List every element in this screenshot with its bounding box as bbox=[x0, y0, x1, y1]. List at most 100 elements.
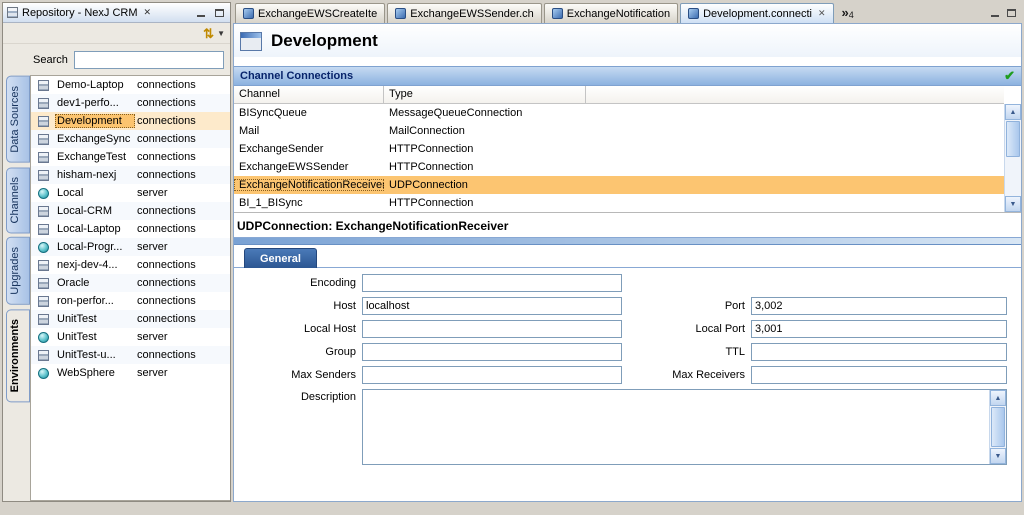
list-item[interactable]: Oracleconnections bbox=[31, 274, 230, 292]
port-input[interactable] bbox=[751, 297, 1007, 315]
channel-row[interactable]: MailMailConnection bbox=[234, 122, 1004, 140]
view-close-icon[interactable]: ✕ bbox=[142, 7, 154, 18]
channel-cell: ExchangeNotificationReceiver bbox=[234, 179, 384, 191]
item-type: connections bbox=[135, 151, 196, 163]
item-name: ExchangeSync bbox=[55, 132, 135, 146]
category-tab-strip: Data Sources Channels Upgrades Environments bbox=[3, 75, 30, 501]
list-item[interactable]: Local-Progr...server bbox=[31, 238, 230, 256]
view-minimize-button[interactable] bbox=[194, 7, 208, 19]
column-header-type[interactable]: Type bbox=[384, 86, 586, 103]
list-item[interactable]: Local-CRMconnections bbox=[31, 202, 230, 220]
server-icon bbox=[38, 242, 49, 253]
channel-row[interactable]: BI_1_BISyncHTTPConnection bbox=[234, 194, 1004, 212]
type-cell: HTTPConnection bbox=[384, 161, 586, 173]
channel-row[interactable]: BISyncQueueMessageQueueConnection bbox=[234, 104, 1004, 122]
channel-row[interactable]: ExchangeNotificationReceiverUDPConnectio… bbox=[234, 176, 1004, 194]
view-menu-icon[interactable]: ▼ bbox=[217, 29, 225, 38]
list-item[interactable]: Demo-Laptopconnections bbox=[31, 76, 230, 94]
list-item[interactable]: UnitTestconnections bbox=[31, 310, 230, 328]
tab-general[interactable]: General bbox=[244, 248, 317, 268]
list-item[interactable]: nexj-dev-4...connections bbox=[31, 256, 230, 274]
repository-list: Demo-Laptopconnectionsdev1-perfo...conne… bbox=[30, 75, 230, 501]
group-input[interactable] bbox=[362, 343, 622, 361]
item-name: Oracle bbox=[55, 276, 135, 290]
editor-content: Development Channel Connections ✔ Channe… bbox=[233, 23, 1022, 502]
ttl-input[interactable] bbox=[751, 343, 1007, 361]
form-row-group: Group TTL bbox=[234, 343, 1007, 361]
host-input[interactable] bbox=[362, 297, 622, 315]
repository-view-body: Data Sources Channels Upgrades Environments… bbox=[3, 75, 230, 501]
column-header-channel[interactable]: Channel bbox=[234, 86, 384, 103]
server-icon bbox=[38, 368, 49, 379]
tab-overflow-button[interactable]: » 4 bbox=[842, 5, 854, 20]
editor-tab[interactable]: ExchangeNotification bbox=[544, 3, 678, 23]
category-tab-data-sources[interactable]: Data Sources bbox=[6, 76, 30, 163]
scroll-down-button[interactable]: ▼ bbox=[1005, 196, 1021, 212]
editor-tab[interactable]: ExchangeEWSCreateIte bbox=[235, 3, 385, 23]
table-scrollbar[interactable]: ▲ ▼ bbox=[1004, 104, 1021, 212]
list-item[interactable]: UnitTest-u...connections bbox=[31, 346, 230, 364]
encoding-input[interactable] bbox=[362, 274, 622, 292]
description-scrollbar[interactable]: ▲ ▼ bbox=[989, 390, 1006, 464]
editor-minimize-button[interactable] bbox=[988, 7, 1002, 19]
scroll-up-button[interactable]: ▲ bbox=[1005, 104, 1021, 120]
channel-row[interactable]: ExchangeEWSSenderHTTPConnection bbox=[234, 158, 1004, 176]
file-icon bbox=[552, 8, 563, 19]
item-name: ExchangeTest bbox=[55, 150, 135, 164]
channel-row[interactable]: ExchangeSenderHTTPConnection bbox=[234, 140, 1004, 158]
editor-tab-label: Development.connecti bbox=[703, 8, 812, 20]
item-type: server bbox=[135, 367, 168, 379]
item-name: Local-Progr... bbox=[55, 240, 135, 254]
link-with-editor-icon[interactable]: ⇅ bbox=[203, 27, 214, 40]
channel-table-grid: Channel Type BISyncQueueMessageQueueConn… bbox=[234, 86, 1004, 212]
channel-cell: ExchangeEWSSender bbox=[234, 161, 384, 173]
list-item[interactable]: ExchangeSyncconnections bbox=[31, 130, 230, 148]
category-tab-upgrades[interactable]: Upgrades bbox=[6, 237, 30, 305]
list-item[interactable]: Local-Laptopconnections bbox=[31, 220, 230, 238]
list-item[interactable]: hisham-nexjconnections bbox=[31, 166, 230, 184]
ttl-label: TTL bbox=[622, 346, 751, 358]
max-senders-input[interactable] bbox=[362, 366, 622, 384]
item-name: hisham-nexj bbox=[55, 168, 135, 182]
scroll-track[interactable] bbox=[1005, 120, 1021, 196]
editor-maximize-button[interactable] bbox=[1004, 7, 1018, 19]
list-item[interactable]: ron-perfor...connections bbox=[31, 292, 230, 310]
local-host-input[interactable] bbox=[362, 320, 622, 338]
repository-view-toolbar: ⇅ ▼ bbox=[3, 23, 230, 44]
channel-connections-title: Channel Connections bbox=[240, 70, 353, 82]
local-port-label: Local Port bbox=[622, 323, 751, 335]
item-type: connections bbox=[135, 205, 196, 217]
description-textarea[interactable] bbox=[363, 390, 989, 464]
list-item[interactable]: Developmentconnections bbox=[31, 112, 230, 130]
type-cell: MessageQueueConnection bbox=[384, 107, 586, 119]
list-item[interactable]: ExchangeTestconnections bbox=[31, 148, 230, 166]
scroll-thumb[interactable] bbox=[991, 407, 1005, 447]
editor-tab[interactable]: Development.connecti ✕ bbox=[680, 3, 833, 23]
repository-view-titlebar: Repository - NexJ CRM ✕ bbox=[3, 3, 230, 23]
scroll-down-button[interactable]: ▼ bbox=[990, 448, 1006, 464]
server-icon bbox=[38, 188, 49, 199]
item-type: connections bbox=[135, 223, 196, 235]
local-port-input[interactable] bbox=[751, 320, 1007, 338]
category-tab-environments[interactable]: Environments bbox=[6, 309, 30, 402]
item-type: connections bbox=[135, 97, 196, 109]
repository-view: Repository - NexJ CRM ✕ ⇅ ▼ Search Data … bbox=[2, 2, 231, 502]
max-receivers-input[interactable] bbox=[751, 366, 1007, 384]
chevron-icon: » bbox=[842, 6, 849, 19]
connections-icon bbox=[38, 296, 49, 307]
list-item[interactable]: dev1-perfo...connections bbox=[31, 94, 230, 112]
list-item[interactable]: UnitTestserver bbox=[31, 328, 230, 346]
search-input[interactable] bbox=[74, 51, 224, 69]
form-row-max-senders: Max Senders Max Receivers bbox=[234, 366, 1007, 384]
editor-tab[interactable]: ExchangeEWSSender.ch bbox=[387, 3, 542, 23]
category-tab-channels[interactable]: Channels bbox=[6, 167, 30, 233]
editor-tabbar: ExchangeEWSCreateIteExchangeEWSSender.ch… bbox=[233, 2, 1022, 23]
scroll-track[interactable] bbox=[990, 406, 1006, 448]
list-item[interactable]: WebSphereserver bbox=[31, 364, 230, 382]
scroll-up-button[interactable]: ▲ bbox=[990, 390, 1006, 406]
max-receivers-label: Max Receivers bbox=[622, 369, 751, 381]
list-item[interactable]: Localserver bbox=[31, 184, 230, 202]
close-icon[interactable]: ✕ bbox=[818, 8, 826, 19]
view-maximize-button[interactable] bbox=[212, 7, 226, 19]
scroll-thumb[interactable] bbox=[1006, 121, 1020, 157]
